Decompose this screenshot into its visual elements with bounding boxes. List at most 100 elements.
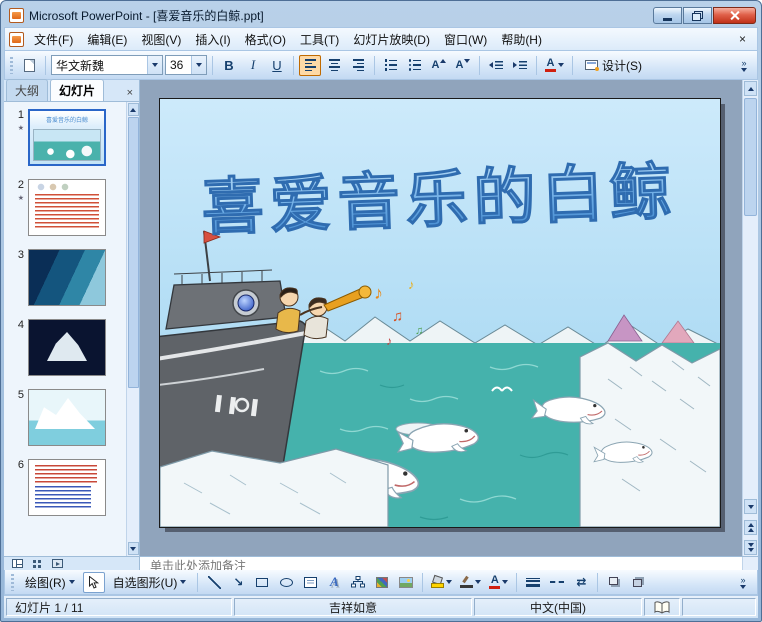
bullet-list-button[interactable] — [404, 55, 426, 76]
line-style-button[interactable] — [522, 572, 544, 593]
line-color-button[interactable] — [457, 572, 484, 593]
menu-item-format[interactable]: 格式(O) — [238, 28, 293, 51]
toolbar-options-button[interactable]: » — [733, 55, 755, 76]
italic-button[interactable]: I — [242, 55, 264, 76]
wordart-button[interactable]: A — [323, 572, 345, 593]
svg-text:♪: ♪ — [374, 283, 383, 303]
toolbar-drag-handle[interactable] — [10, 56, 13, 74]
shadow-style-button[interactable] — [603, 572, 625, 593]
insert-picture-button[interactable] — [395, 572, 417, 593]
thumbnail-image[interactable] — [28, 249, 106, 306]
scrollbar-thumb[interactable] — [744, 98, 757, 216]
align-center-button[interactable] — [323, 55, 345, 76]
dash-style-button[interactable] — [546, 572, 568, 593]
powerpoint-window: Microsoft PowerPoint - [喜爱音乐的白鲸.ppt] 文件(… — [0, 0, 762, 622]
panel-scrollbar-thumb[interactable] — [127, 117, 139, 389]
panel-scroll-up-button[interactable] — [127, 103, 139, 116]
decrease-font-size-button[interactable]: A — [452, 55, 474, 76]
arrow-tool-button[interactable]: ↘ — [227, 572, 249, 593]
close-document-icon[interactable]: × — [732, 32, 753, 46]
wordart-icon: A — [330, 574, 339, 589]
slide-number: 1 — [17, 109, 24, 121]
tab-outline[interactable]: 大纲 — [6, 79, 49, 101]
font-dropdown-button[interactable] — [147, 56, 162, 74]
font-name-combobox[interactable]: 华文新魏 — [51, 55, 163, 75]
fill-color-button[interactable] — [428, 572, 455, 593]
font-color-button[interactable]: A — [542, 55, 567, 76]
decrease-indent-button[interactable] — [485, 55, 507, 76]
rectangle-tool-button[interactable] — [251, 572, 273, 593]
slide-sorter-view-button[interactable] — [29, 558, 46, 570]
new-page-icon — [23, 58, 35, 72]
toolbar-options-button[interactable]: » — [732, 572, 754, 593]
menu-item-view[interactable]: 视图(V) — [134, 28, 188, 51]
toolbar-separator — [374, 55, 375, 75]
chevron-down-icon — [68, 580, 75, 584]
slide-canvas[interactable]: ♪ ♫ ♪ ♪ ♫ 喜爱音乐的白鲸 — [159, 98, 721, 528]
align-left-button[interactable] — [299, 54, 321, 76]
new-slide-button[interactable] — [18, 55, 40, 76]
menu-item-tools[interactable]: 工具(T) — [293, 28, 346, 51]
restore-button[interactable] — [683, 7, 712, 24]
slide-illustration: ♪ ♫ ♪ ♪ ♫ 喜爱音乐的白鲸 — [160, 99, 720, 527]
close-button[interactable] — [713, 7, 756, 24]
menu-item-window[interactable]: 窗口(W) — [437, 28, 494, 51]
design-label: 设计(S) — [602, 58, 642, 73]
line-tool-button[interactable] — [203, 572, 225, 593]
vertical-scrollbar[interactable] — [742, 80, 758, 556]
autoshapes-menu-button[interactable]: 自选图形(U) — [107, 572, 193, 593]
bold-button[interactable]: B — [218, 55, 240, 76]
panel-scrollbar[interactable] — [126, 102, 139, 556]
minimize-button[interactable] — [653, 7, 682, 24]
menu-item-file[interactable]: 文件(F) — [27, 28, 80, 51]
previous-slide-button[interactable] — [744, 520, 757, 535]
diagram-button[interactable] — [347, 572, 369, 593]
slide-thumbnail-1[interactable]: 1 ★ 喜爱音乐的白鲸 — [4, 109, 125, 166]
notes-row: 单击此处添加备注 — [4, 556, 758, 570]
underline-button[interactable]: U — [266, 55, 288, 76]
slide-thumbnail-2[interactable]: 2 ★ — [4, 179, 125, 236]
normal-view-button[interactable] — [9, 558, 26, 570]
thumbnail-image[interactable] — [28, 179, 106, 236]
thumbnail-image[interactable] — [28, 459, 106, 516]
slide-thumbnail-3[interactable]: 3 — [4, 249, 125, 306]
panel-scroll-down-button[interactable] — [127, 542, 139, 555]
align-right-button[interactable] — [347, 55, 369, 76]
slide-thumbnail-6[interactable]: 6 — [4, 459, 125, 516]
font-color-button[interactable]: A — [486, 572, 511, 593]
scroll-down-button[interactable] — [744, 499, 757, 514]
font-size-combobox[interactable]: 36 — [165, 55, 207, 75]
next-slide-button[interactable] — [744, 540, 757, 555]
insert-clipart-button[interactable] — [371, 572, 393, 593]
increase-font-size-button[interactable]: A — [428, 55, 450, 76]
thumbnail-list: 1 ★ 喜爱音乐的白鲸 2 ★ 3 4 5 6 — [4, 102, 126, 556]
slide-thumbnail-5[interactable]: 5 — [4, 389, 125, 446]
oval-tool-button[interactable] — [275, 572, 297, 593]
panel-close-icon[interactable]: × — [127, 87, 137, 101]
thumbnail-image[interactable]: 喜爱音乐的白鲸 — [28, 109, 106, 166]
thumbnail-image[interactable] — [28, 319, 106, 376]
toolbar-drag-handle[interactable] — [11, 573, 14, 591]
slideshow-button[interactable] — [49, 558, 66, 570]
draw-menu-button[interactable]: 绘图(R) — [19, 572, 81, 593]
increase-indent-button[interactable] — [509, 55, 531, 76]
menu-item-slideshow[interactable]: 幻灯片放映(D) — [346, 28, 437, 51]
menu-item-help[interactable]: 帮助(H) — [494, 28, 549, 51]
text-box-button[interactable] — [299, 572, 321, 593]
font-size-dropdown-button[interactable] — [191, 56, 206, 74]
tab-slides[interactable]: 幻灯片 — [50, 79, 105, 101]
menu-item-edit[interactable]: 编辑(E) — [80, 28, 134, 51]
slide-thumbnail-4[interactable]: 4 — [4, 319, 125, 376]
numbered-list-button[interactable] — [380, 55, 402, 76]
thumbnail-image[interactable] — [28, 389, 106, 446]
scroll-up-button[interactable] — [744, 81, 757, 96]
select-objects-button[interactable] — [82, 571, 105, 593]
3d-style-button[interactable] — [627, 572, 649, 593]
notes-pane[interactable]: 单击此处添加备注 — [140, 557, 742, 570]
toolbar-options-icon: » — [740, 575, 746, 589]
decrease-font-icon: A — [456, 59, 471, 71]
arrow-style-button[interactable]: ⇄ — [570, 572, 592, 593]
menu-item-insert[interactable]: 插入(I) — [188, 28, 237, 51]
slide-design-button[interactable]: 设计(S) — [578, 55, 649, 76]
toolbar-separator — [422, 572, 424, 592]
